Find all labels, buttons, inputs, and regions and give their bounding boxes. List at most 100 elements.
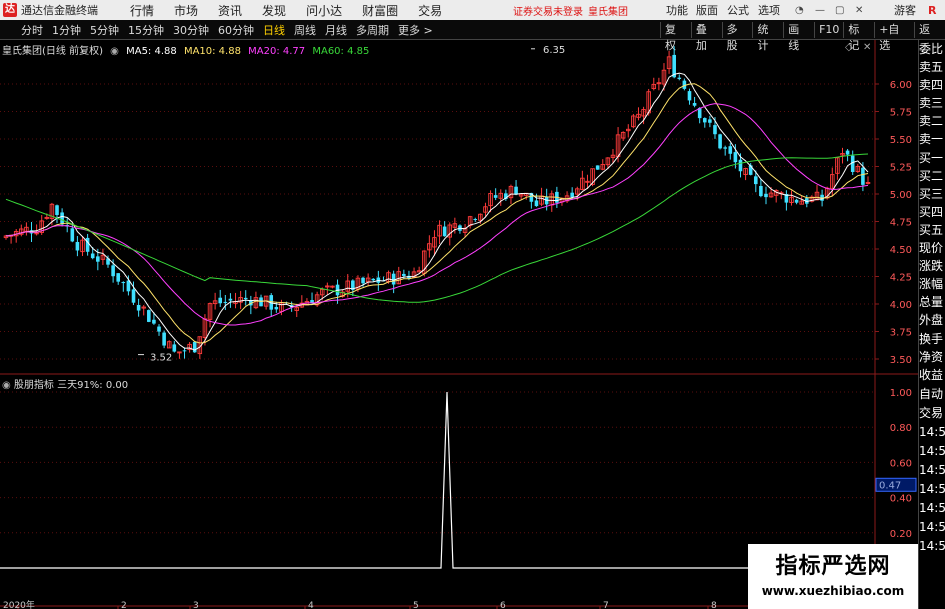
menu-market[interactable]: 市场 — [174, 2, 198, 19]
period-tab-more[interactable]: 更多 > — [395, 22, 436, 38]
indicator-legend: ◉ 股朋指标 三天91%: 0.00 — [2, 376, 128, 391]
indicator-label: 股朋指标 三天91%: 0.00 — [13, 380, 129, 391]
quote-field-label: 收益 — [919, 367, 944, 382]
x-tick-label: 8 — [711, 601, 717, 609]
quote-field-label: 涨跌 — [919, 259, 944, 274]
candle-body-down — [96, 256, 100, 262]
watermark-title: 指标严选网 — [775, 554, 891, 579]
candle-body-down — [157, 326, 161, 332]
menu-quotes[interactable]: 行情 — [130, 2, 154, 19]
minimize-icon[interactable]: — — [815, 5, 825, 16]
quote-field-label: 现价 — [919, 241, 944, 256]
period-tab-60min[interactable]: 60分钟 — [215, 22, 257, 38]
candle-body-down — [861, 167, 865, 185]
period-tab-15min[interactable]: 15分钟 — [125, 22, 167, 38]
tick-row: 14:56 — [919, 520, 945, 534]
menu-news[interactable]: 资讯 — [218, 2, 242, 19]
close-icon[interactable]: ✕ — [855, 5, 863, 16]
period-tab-intraday[interactable]: 分时 — [18, 22, 46, 38]
candle-body-down — [371, 278, 376, 281]
indicator-settings-icon[interactable]: ◉ — [2, 380, 14, 391]
kline-chart[interactable]: 6.00 5.75 5.50 5.25 5.00 4.75 4.50 4.25 4.00 3.75… — [0, 40, 918, 609]
quote-field-label: 买一 — [919, 150, 944, 165]
period-tab-1min[interactable]: 1分钟 — [49, 22, 84, 38]
current-value-label: 0.47 — [879, 480, 901, 491]
menu-wealth[interactable]: 财富圈 — [362, 2, 398, 19]
menu-discover[interactable]: 发现 — [262, 2, 286, 19]
candle-body-down — [753, 176, 758, 185]
menu-options[interactable]: 选项 — [758, 2, 780, 18]
candle-body-down — [534, 200, 539, 207]
tool-draw-line[interactable]: 画线 — [783, 22, 814, 52]
y-tick-label: 5.25 — [890, 163, 912, 174]
app-logo-icon: 达 — [3, 3, 17, 17]
candle-body-down — [514, 186, 518, 195]
period-tab-30min[interactable]: 30分钟 — [170, 22, 212, 38]
quote-field-label: 买三 — [919, 186, 944, 201]
watermark-url: www.xuezhibiao.com — [761, 584, 905, 598]
tool-multi-stock[interactable]: 多股 — [721, 22, 753, 52]
tool-statistics[interactable]: 统计 — [752, 22, 783, 52]
x-tick-label: 5 — [413, 601, 419, 609]
tool-restore-rights[interactable]: 复权 — [660, 22, 691, 52]
candle-body-down — [702, 118, 707, 123]
period-tab-monthly[interactable]: 月线 — [322, 22, 350, 38]
y-tick-label: 5.00 — [890, 190, 912, 201]
menu-function[interactable]: 功能 — [666, 2, 688, 18]
quote-field-label: 卖五 — [919, 60, 944, 75]
tool-add-watchlist[interactable]: +自选 — [874, 22, 914, 52]
x-tick-label: 2020年 — [3, 599, 35, 609]
login-warning[interactable]: 证券交易未登录 — [513, 3, 583, 18]
menu-trade[interactable]: 交易 — [418, 2, 442, 19]
candle-body-down — [192, 341, 197, 353]
candle-body-down — [718, 134, 722, 149]
candle-body-down — [687, 91, 692, 101]
candle-body-down — [60, 212, 64, 225]
period-tab-multi[interactable]: 多周期 — [353, 22, 392, 38]
candles — [3, 46, 871, 359]
menu-layout[interactable]: 版面 — [696, 2, 718, 18]
y-tick-label: 4.75 — [890, 218, 912, 229]
ma5-line — [5, 72, 869, 351]
candle-body-down — [845, 150, 850, 155]
y-tick-label: 4.50 — [890, 245, 912, 256]
menu-ask[interactable]: 问小达 — [306, 2, 342, 19]
candle-body-down — [228, 298, 233, 301]
diamond-icon[interactable]: ◇ — [845, 42, 853, 53]
y-tick-label: 6.00 — [890, 80, 912, 91]
candle-body-down — [794, 199, 799, 203]
tool-mark[interactable]: 标记 — [843, 22, 874, 52]
tool-back[interactable]: 返回 — [914, 22, 945, 52]
period-tab-daily[interactable]: 日线 — [260, 22, 288, 38]
maximize-icon[interactable]: ▢ — [835, 5, 844, 16]
period-tab-weekly[interactable]: 周线 — [291, 22, 319, 38]
indicator-line — [0, 391, 875, 569]
settings-icon[interactable]: ◉ — [110, 46, 119, 57]
menu-bar: 达 通达信金融终端 行情 市场 资讯 发现 问小达 财富圈 交易 证券交易未登录… — [0, 0, 945, 20]
indicator-tick-label: 1.00 — [890, 388, 912, 399]
candle-body-down — [116, 273, 121, 282]
tool-overlay[interactable]: 叠加 — [690, 22, 722, 52]
tool-f10[interactable]: F10 — [814, 22, 843, 38]
candle-body-down — [677, 77, 682, 79]
tick-row: 交易 — [919, 406, 944, 420]
panel-close-icon[interactable]: ✕ — [863, 42, 871, 53]
guest-label[interactable]: 游客 — [894, 2, 916, 18]
candle-body-down — [738, 159, 743, 172]
y-tick-label: 3.50 — [890, 355, 912, 366]
candle-body-down — [172, 344, 177, 352]
x-tick-label: 4 — [308, 601, 314, 609]
x-tick-label: 2 — [121, 601, 127, 609]
candle-body-down — [182, 350, 187, 352]
candle-body-down — [570, 192, 574, 198]
candle-body-down — [728, 146, 733, 154]
candle-body-down — [708, 119, 712, 123]
menu-formula[interactable]: 公式 — [727, 2, 749, 18]
r-badge-icon[interactable]: R — [928, 4, 936, 17]
clock-icon[interactable]: ◔ — [795, 5, 804, 16]
tick-row: 14:56 — [919, 444, 945, 458]
x-tick-label: 7 — [603, 601, 609, 609]
y-tick-label: 5.75 — [890, 108, 912, 119]
period-tab-5min[interactable]: 5分钟 — [87, 22, 122, 38]
quote-panel: 委比 卖五 卖四 卖三 卖二 卖一 买一 买二 买三 买四 买五 现价 涨跌 涨幅 总量 外盘 换手 净资 收益 自… — [918, 40, 945, 609]
